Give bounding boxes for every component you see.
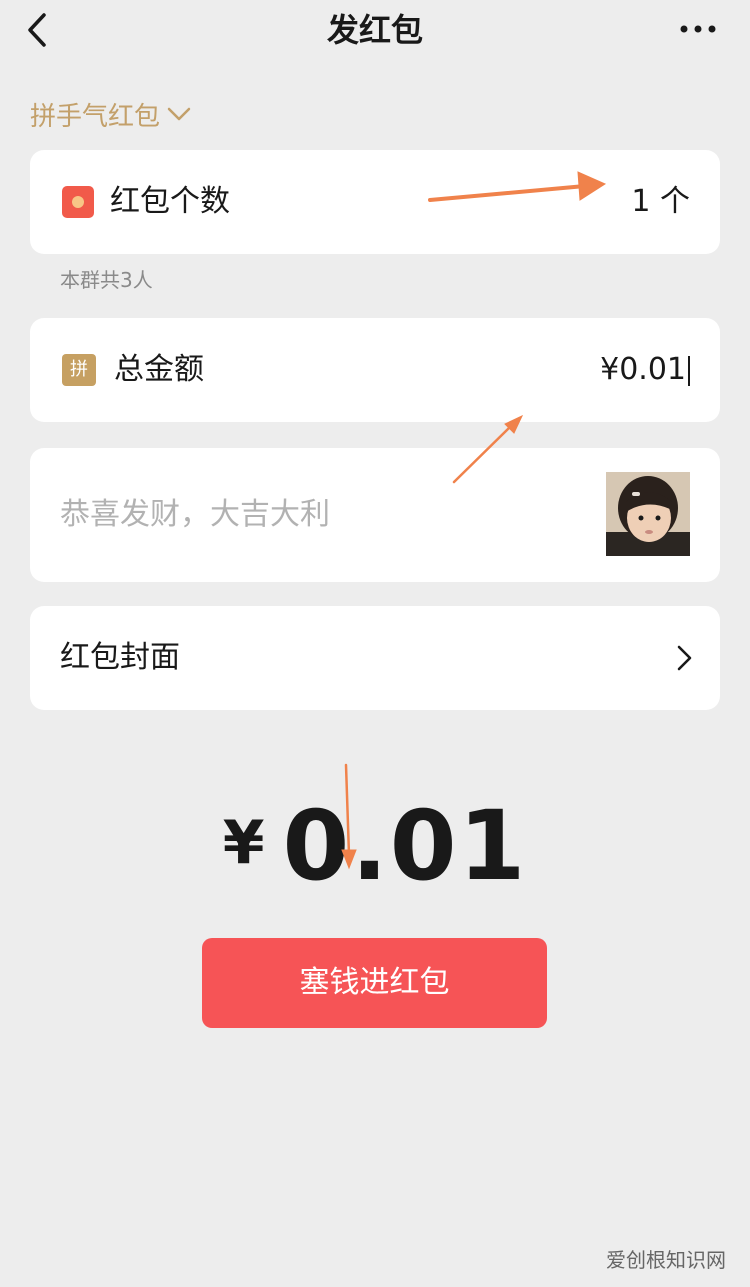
group-member-hint: 本群共3人 [60, 268, 153, 292]
chevron-right-icon [677, 645, 692, 671]
total-amount-row[interactable]: 拼 总金额 ¥0.01 [30, 318, 720, 422]
greeting-row[interactable]: 恭喜发财，大吉大利 [30, 448, 720, 582]
greeting-input[interactable]: 恭喜发财，大吉大利 [60, 448, 330, 582]
packet-type-selector[interactable]: 拼手气红包 [30, 96, 192, 132]
packet-type-label: 拼手气红包 [30, 101, 161, 132]
total-amount-label: 总金额 [114, 352, 204, 387]
more-dots-icon [680, 25, 716, 33]
lucky-badge-icon: 拼 [62, 354, 96, 386]
packet-count-input[interactable]: 1 个 [631, 150, 690, 254]
total-amount-display: ¥0.01 [0, 790, 750, 902]
packet-count-row[interactable]: 红包个数 1 个 [30, 150, 720, 254]
total-amount-number: 0.01 [282, 790, 528, 902]
total-amount-value: ¥0.01 [600, 352, 686, 387]
page-title: 发红包 [326, 11, 423, 49]
currency-symbol: ¥ [222, 808, 265, 878]
more-options-button[interactable] [676, 14, 720, 44]
send-packet-button[interactable]: 塞钱进红包 [202, 938, 547, 1028]
watermark: 爱创根知识网 [606, 1248, 726, 1272]
packet-count-label: 红包个数 [110, 184, 230, 219]
text-cursor [688, 355, 690, 386]
sticker-child-image [606, 472, 690, 556]
sticker-image[interactable] [606, 472, 690, 556]
packet-cover-label: 红包封面 [60, 640, 180, 675]
chevron-down-icon [167, 107, 191, 121]
total-amount-input[interactable]: ¥0.01 [600, 318, 690, 422]
red-packet-icon [62, 186, 94, 218]
packet-cover-row[interactable]: 红包封面 [30, 606, 720, 710]
